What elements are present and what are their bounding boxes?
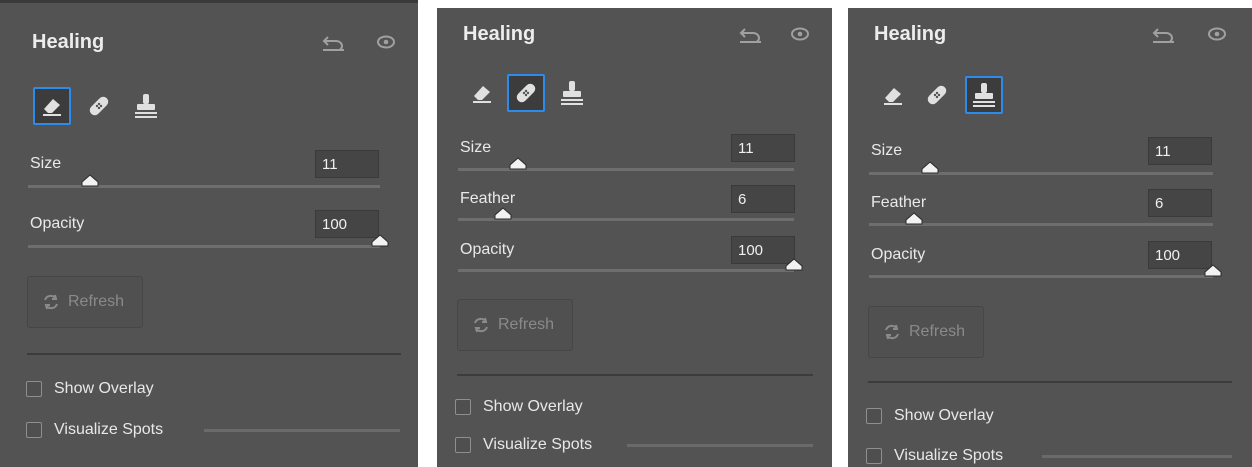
size-label: Size: [871, 142, 903, 159]
visualize-spots-label: Visualize Spots: [483, 436, 593, 453]
feather-slider-thumb[interactable]: [905, 212, 923, 225]
feather-slider[interactable]: [458, 207, 794, 221]
healing-panel-clone: Healing Size 11 Feather 6 Opacity 100 Re…: [848, 8, 1252, 467]
stamp-icon: [973, 83, 995, 107]
eraser-icon: [884, 88, 902, 105]
heal-tool-button[interactable]: [507, 74, 545, 112]
bandage-icon: [89, 96, 109, 116]
size-slider-thumb[interactable]: [509, 157, 527, 170]
bandage-icon: [927, 85, 947, 105]
divider: [27, 353, 401, 355]
size-input[interactable]: 11: [1148, 137, 1212, 165]
remove-tool-button[interactable]: [33, 87, 71, 125]
feather-input[interactable]: 6: [1148, 189, 1212, 217]
size-slider[interactable]: [28, 174, 380, 188]
feather-label: Feather: [460, 190, 516, 207]
size-slider-thumb[interactable]: [921, 161, 939, 174]
show-overlay-checkbox[interactable]: [26, 381, 42, 397]
feather-input[interactable]: 6: [731, 185, 795, 213]
visualize-spots-slider[interactable]: [1042, 455, 1232, 458]
opacity-label: Opacity: [30, 215, 85, 232]
refresh-icon: [474, 317, 488, 333]
clone-tool-button[interactable]: [127, 87, 165, 125]
visualize-spots-label: Visualize Spots: [54, 421, 164, 438]
healing-panel-remove: Healing Size 11 Opacity 100 Refresh Show…: [0, 0, 418, 467]
show-overlay-label: Show Overlay: [483, 398, 583, 415]
opacity-slider-thumb[interactable]: [1204, 264, 1222, 277]
clone-tool-button[interactable]: [965, 76, 1003, 114]
feather-slider-thumb[interactable]: [494, 207, 512, 220]
opacity-slider-thumb[interactable]: [785, 258, 803, 271]
panel-title: Healing: [874, 23, 947, 45]
remove-tool-button[interactable]: [874, 76, 912, 114]
reset-icon[interactable]: [739, 25, 763, 44]
opacity-slider[interactable]: [869, 264, 1222, 278]
visualize-spots-checkbox[interactable]: [455, 437, 471, 453]
divider: [457, 374, 813, 376]
stamp-icon: [561, 81, 583, 105]
feather-label: Feather: [871, 194, 927, 211]
refresh-icon: [885, 324, 899, 340]
healing-panel-heal: Healing Size 11 Feather 6 Opacity 100 Re…: [437, 8, 832, 467]
refresh-label: Refresh: [68, 293, 125, 310]
visualize-spots-checkbox[interactable]: [866, 448, 882, 464]
size-label: Size: [30, 155, 62, 172]
size-slider-thumb[interactable]: [81, 174, 99, 187]
divider: [868, 381, 1232, 383]
size-label: Size: [460, 139, 492, 156]
bandage-icon: [516, 83, 536, 103]
heal-tool-button[interactable]: [918, 76, 956, 114]
refresh-icon: [44, 294, 58, 310]
opacity-slider[interactable]: [28, 234, 389, 248]
size-slider[interactable]: [869, 161, 1213, 175]
refresh-button[interactable]: Refresh: [868, 306, 984, 358]
visualize-spots-checkbox[interactable]: [26, 422, 42, 438]
show-overlay-label: Show Overlay: [894, 407, 994, 424]
visibility-eye-icon[interactable]: [790, 25, 814, 43]
panel-title: Healing: [463, 23, 536, 45]
show-overlay-label: Show Overlay: [54, 380, 154, 397]
remove-tool-button[interactable]: [463, 74, 501, 112]
eraser-icon: [473, 86, 491, 103]
eraser-icon: [43, 99, 61, 116]
panel-title: Healing: [32, 31, 105, 53]
opacity-slider[interactable]: [458, 258, 803, 272]
opacity-slider-thumb[interactable]: [371, 234, 389, 247]
refresh-button[interactable]: Refresh: [27, 276, 143, 328]
heal-tool-button[interactable]: [80, 87, 118, 125]
visualize-spots-slider[interactable]: [627, 444, 813, 447]
opacity-input[interactable]: 100: [1148, 241, 1212, 269]
visualize-spots-slider[interactable]: [204, 429, 400, 432]
opacity-input[interactable]: 100: [315, 210, 379, 238]
size-input[interactable]: 11: [315, 150, 379, 178]
show-overlay-checkbox[interactable]: [455, 399, 471, 415]
show-overlay-checkbox[interactable]: [866, 408, 882, 424]
reset-icon[interactable]: [1152, 25, 1176, 44]
stamp-icon: [135, 94, 157, 118]
refresh-button[interactable]: Refresh: [457, 299, 573, 351]
visibility-eye-icon[interactable]: [376, 33, 400, 51]
clone-tool-button[interactable]: [553, 74, 591, 112]
opacity-label: Opacity: [871, 246, 926, 263]
visualize-spots-label: Visualize Spots: [894, 447, 1004, 464]
visibility-eye-icon[interactable]: [1207, 25, 1231, 43]
size-slider[interactable]: [458, 157, 794, 171]
refresh-label: Refresh: [909, 323, 966, 340]
size-input[interactable]: 11: [731, 134, 795, 162]
reset-icon[interactable]: [322, 33, 346, 52]
refresh-label: Refresh: [498, 316, 555, 333]
opacity-label: Opacity: [460, 241, 515, 258]
feather-slider[interactable]: [869, 212, 1213, 226]
